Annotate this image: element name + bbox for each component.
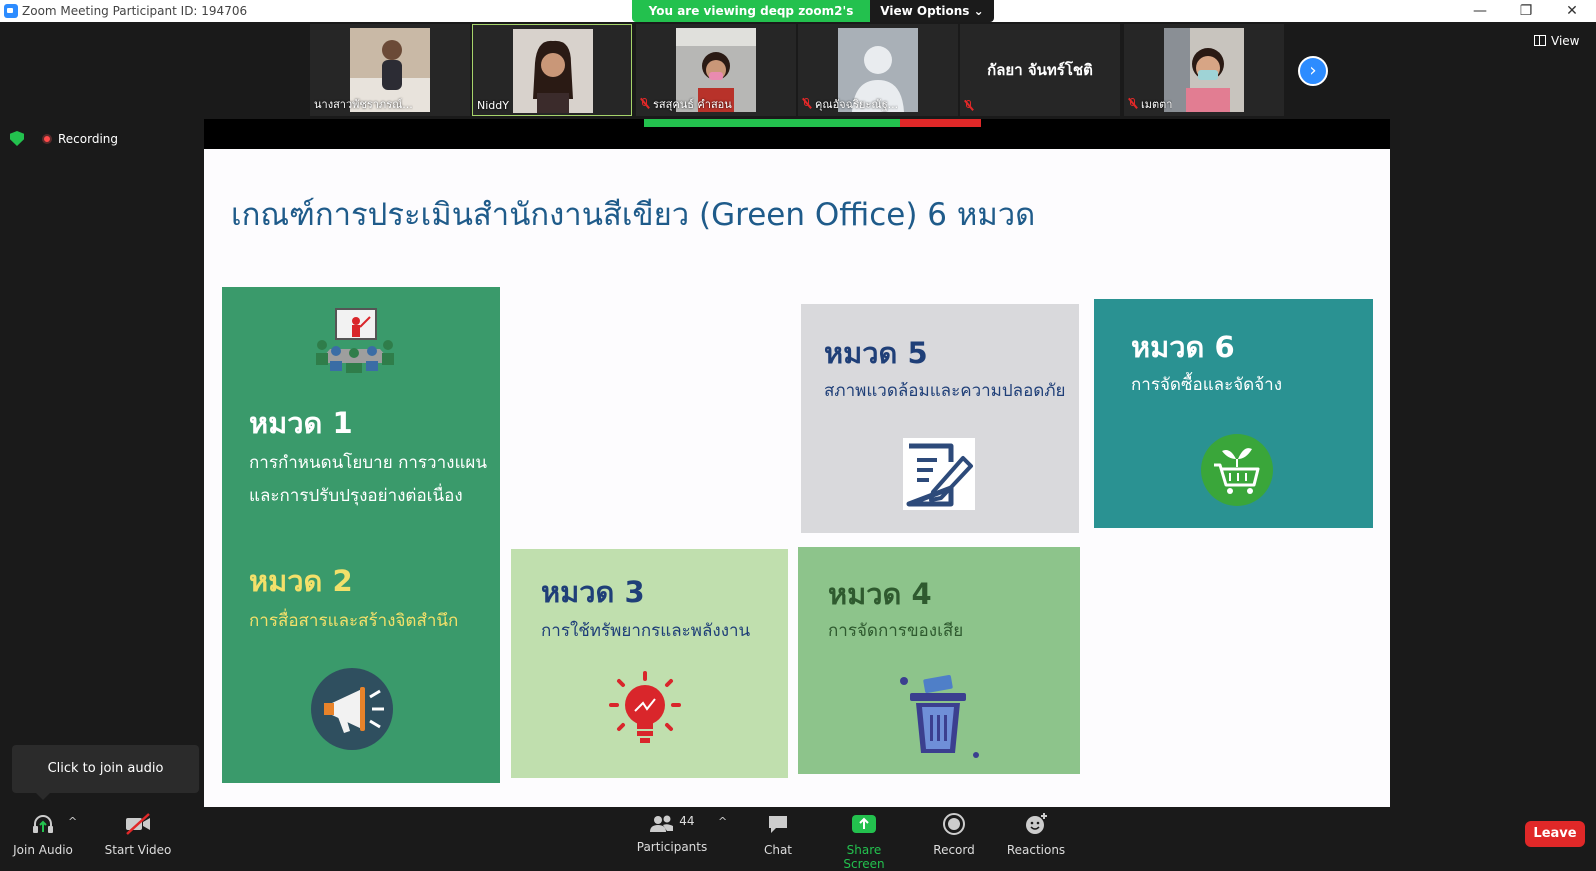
gallery-grid-icon bbox=[1534, 35, 1546, 46]
participants-options-caret-icon[interactable]: ^ bbox=[718, 815, 727, 828]
category-6-heading: หมวด 6 bbox=[1131, 330, 1235, 364]
people-icon bbox=[650, 815, 674, 832]
chat-label: Chat bbox=[763, 843, 793, 857]
category-4-heading: หมวด 4 bbox=[828, 577, 932, 611]
chevron-down-icon: ⌄ bbox=[973, 4, 984, 18]
megaphone-icon bbox=[311, 668, 393, 750]
zoom-logo-icon bbox=[4, 4, 18, 18]
muted-mic-icon bbox=[964, 100, 973, 111]
view-button[interactable]: View bbox=[1534, 34, 1579, 48]
next-participants-arrow-icon[interactable]: › bbox=[1298, 56, 1328, 86]
category-1-heading: หมวด 1 bbox=[249, 406, 353, 440]
category-2-heading: หมวด 2 bbox=[249, 564, 353, 598]
category-card-6: หมวด 6 การจัดซื้อและจัดจ้าง bbox=[1094, 299, 1373, 528]
close-button[interactable]: ✕ bbox=[1549, 0, 1595, 22]
view-options-dropdown[interactable]: View Options ⌄ bbox=[870, 0, 994, 22]
participant-name-text: เมตตา bbox=[1141, 98, 1173, 111]
recording-dot-icon bbox=[42, 134, 52, 144]
participant-name bbox=[964, 100, 977, 113]
participant-name-text: คุณอัจฉริยะณัฐ... bbox=[815, 98, 899, 111]
trash-bin-icon bbox=[900, 674, 979, 758]
muted-mic-icon bbox=[802, 98, 811, 109]
participant-name: นางสาวพัชราภรณ์... bbox=[314, 98, 413, 111]
chat-button[interactable]: Chat bbox=[750, 812, 806, 857]
recording-label: Recording bbox=[58, 132, 119, 146]
participant-name-text: รสสุคนธ์ คำสอน bbox=[653, 98, 732, 111]
participant-thumbnail[interactable]: เมตตา bbox=[1124, 24, 1284, 116]
category-4-desc: การจัดการของเสีย bbox=[828, 621, 964, 641]
presenter-stop-share-bar bbox=[900, 119, 981, 127]
muted-mic-icon bbox=[640, 98, 649, 109]
record-icon bbox=[943, 813, 965, 835]
participant-thumbnail[interactable]: รสสุคนธ์ คำสอน bbox=[636, 24, 796, 116]
category-2-desc: การสื่อสารและสร้างจิตสำนึก bbox=[249, 611, 459, 631]
chat-bubble-icon bbox=[769, 816, 787, 833]
share-screen-button[interactable]: Share Screen bbox=[826, 812, 902, 871]
view-options-label: View Options bbox=[880, 4, 970, 18]
reactions-label: Reactions bbox=[1006, 843, 1066, 857]
participant-thumbnail-active[interactable]: NiddY bbox=[472, 24, 632, 116]
category-6-desc: การจัดซื้อและจัดจ้าง bbox=[1131, 375, 1283, 395]
recording-indicator: Recording bbox=[42, 132, 118, 146]
record-button[interactable]: Record bbox=[924, 812, 984, 857]
category-3-desc: การใช้ทรัพยากรและพลังงาน bbox=[541, 621, 751, 641]
participants-button[interactable]: 44 Participants bbox=[632, 812, 712, 854]
view-button-label: View bbox=[1551, 34, 1580, 48]
meeting-presentation-icon bbox=[316, 308, 394, 373]
participant-name: เมตตา bbox=[1128, 95, 1172, 113]
start-video-label: Start Video bbox=[104, 843, 172, 857]
join-audio-tooltip: Click to join audio bbox=[12, 745, 199, 800]
participant-video bbox=[513, 29, 593, 113]
audio-options-caret-icon[interactable]: ^ bbox=[68, 815, 77, 828]
category-card-1-2: หมวด 1 การกำหนดนโยบาย การวางแผน และการปร… bbox=[222, 287, 500, 783]
participant-video bbox=[1164, 28, 1244, 112]
participant-thumbnail[interactable]: คุณอัจฉริยะณัฐ... bbox=[798, 24, 958, 116]
participant-thumbnail[interactable]: นางสาวพัชราภรณ์... bbox=[310, 24, 470, 116]
headphones-icon bbox=[33, 815, 53, 833]
category-card-3: หมวด 3 การใช้ทรัพยากรและพลังงาน bbox=[511, 549, 788, 778]
category-3-heading: หมวด 3 bbox=[541, 575, 645, 609]
category-5-heading: หมวด 5 bbox=[824, 336, 928, 370]
minimize-button[interactable]: — bbox=[1457, 0, 1503, 22]
join-audio-label: Join Audio bbox=[13, 843, 73, 857]
share-screen-label: Share Screen bbox=[843, 843, 885, 871]
smiley-plus-icon bbox=[1026, 813, 1047, 834]
participants-icon-group: 44 bbox=[642, 812, 702, 836]
participants-count: 44 bbox=[679, 814, 695, 828]
document-edit-icon bbox=[903, 438, 975, 510]
slide-title: เกณฑ์การประเมินสำนักงานสีเขียว (Green Of… bbox=[231, 197, 1036, 233]
leave-button[interactable]: Leave bbox=[1525, 821, 1585, 847]
participant-name: คุณอัจฉริยะณัฐ... bbox=[802, 95, 898, 113]
restore-button[interactable]: ❐ bbox=[1503, 0, 1549, 22]
participant-thumbnail[interactable]: กัลยา จันทร์โชติ bbox=[960, 24, 1120, 116]
participant-display-name: กัลยา จันทร์โชติ bbox=[987, 61, 1093, 79]
security-shield-icon[interactable] bbox=[10, 131, 24, 146]
category-card-5: หมวด 5 สภาพแวดล้อมและความปลอดภัย bbox=[801, 304, 1079, 533]
category-1-desc-line1: การกำหนดนโยบาย การวางแผน bbox=[249, 453, 487, 473]
green-shopping-cart-icon bbox=[1201, 434, 1273, 506]
category-card-4: หมวด 4 การจัดการของเสีย bbox=[798, 547, 1080, 774]
participant-name: NiddY bbox=[477, 99, 509, 112]
record-label: Record bbox=[933, 843, 975, 857]
shared-slide: เกณฑ์การประเมินสำนักงานสีเขียว (Green Of… bbox=[204, 149, 1390, 807]
window-title: Zoom Meeting Participant ID: 194706 bbox=[22, 4, 248, 18]
participant-name: รสสุคนธ์ คำสอน bbox=[640, 95, 732, 113]
category-5-desc: สภาพแวดล้อมและความปลอดภัย bbox=[824, 381, 1066, 401]
start-video-button[interactable]: Start Video bbox=[100, 812, 176, 857]
muted-mic-icon bbox=[1128, 98, 1137, 109]
video-off-icon bbox=[126, 813, 150, 835]
reactions-button[interactable]: Reactions bbox=[1004, 812, 1068, 857]
viewing-screen-banner: You are viewing deqp zoom2's screen bbox=[632, 0, 870, 40]
share-screen-icon bbox=[852, 815, 876, 833]
category-1-desc-line2: และการปรับปรุงอย่างต่อเนื่อง bbox=[249, 486, 463, 506]
lightbulb-icon bbox=[609, 671, 681, 743]
